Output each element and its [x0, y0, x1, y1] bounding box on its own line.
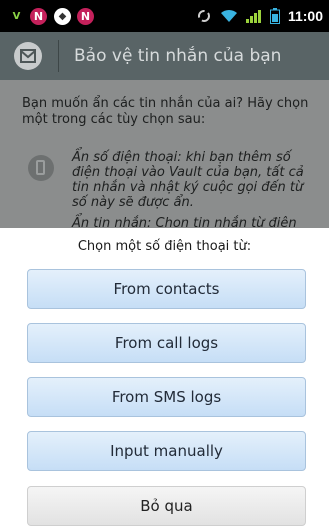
- input-manually-button[interactable]: Input manually: [27, 431, 306, 471]
- envelope-icon: [14, 42, 42, 70]
- hide-number-option: Ẩn số điện thoại: khi bạn thêm số điện t…: [72, 150, 304, 210]
- wifi-icon: [220, 9, 237, 22]
- sync-icon: [197, 10, 210, 22]
- title-bar: Bảo vệ tin nhắn của bạn: [0, 32, 329, 80]
- background-activity: Bảo vệ tin nhắn của bạn Bạn muốn ẩn các …: [0, 32, 329, 228]
- notification-n-icon: N: [30, 8, 47, 25]
- from-sms-logs-button[interactable]: From SMS logs: [27, 377, 306, 417]
- page-title: Bảo vệ tin nhắn của bạn: [74, 46, 282, 66]
- battery-icon: [269, 8, 280, 24]
- notification-n-icon: N: [77, 8, 94, 25]
- shield-icon: ◆: [54, 8, 71, 25]
- signal-icon: [245, 10, 261, 23]
- clock: 11:00: [287, 8, 323, 24]
- from-call-logs-button[interactable]: From call logs: [27, 323, 306, 363]
- title-divider: [58, 40, 59, 72]
- dialog-title: Chọn một số điện thoại từ:: [77, 239, 252, 254]
- skip-button[interactable]: Bỏ qua: [27, 486, 306, 526]
- intro-text: Bạn muốn ẩn các tin nhắn của ai? Hãy chọ…: [22, 96, 309, 127]
- from-contacts-button[interactable]: From contacts: [27, 269, 306, 309]
- status-bar: V N ◆ N 11:00: [0, 0, 329, 32]
- chooser-dialog: Chọn một số điện thoại từ: From contacts…: [0, 228, 329, 531]
- hide-sms-option: Ẩn tin nhắn: Chọn tin nhắn từ điện: [72, 216, 297, 228]
- vault-v-icon: V: [9, 9, 24, 24]
- phone-icon: [28, 155, 54, 181]
